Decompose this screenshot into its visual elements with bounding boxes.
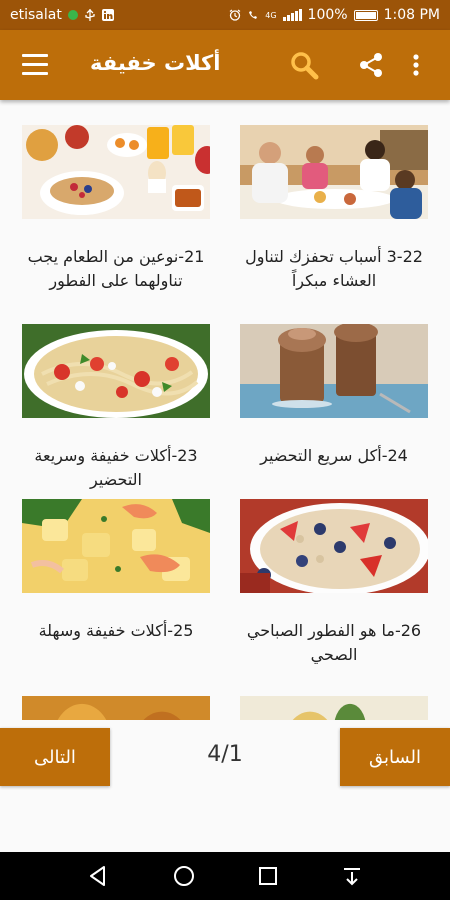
signal-icon xyxy=(282,9,302,21)
more-vert-icon[interactable] xyxy=(408,50,424,80)
article-grid: 3-22 أسباب تحفزك لتناول العشاء مبكراً 21… xyxy=(0,100,450,720)
next-button[interactable]: التالى xyxy=(0,728,110,786)
article-card[interactable]: 21-نوعين من الطعام يجب تناولهما على الفط… xyxy=(22,125,219,293)
article-image-partial xyxy=(22,696,210,720)
usb-icon xyxy=(85,9,95,21)
article-title: 3-22 أسباب تحفزك لتناول العشاء مبكراً xyxy=(245,247,423,290)
article-image-breakfast-spread xyxy=(22,125,219,219)
article-image-chocolate-mousse-cups xyxy=(240,322,428,418)
linkedin-icon xyxy=(101,9,114,21)
back-icon[interactable] xyxy=(84,862,112,890)
clock: 1:08 PM xyxy=(383,7,440,23)
carrier-label: etisalat xyxy=(10,7,62,23)
status-bar: etisalat 4G 100% 1:08 PM xyxy=(0,0,450,30)
search-icon[interactable] xyxy=(288,50,320,80)
home-icon[interactable] xyxy=(170,862,198,890)
article-card-partial[interactable] xyxy=(240,696,428,720)
battery-icon xyxy=(353,9,378,21)
article-card[interactable]: 25-أكلات خفيفة وسهلة xyxy=(22,499,210,643)
article-title: 26-ما هو الفطور الصباحي الصحي xyxy=(246,621,422,664)
article-card[interactable]: 26-ما هو الفطور الصباحي الصحي xyxy=(240,499,430,667)
page-indicator: 4/1 xyxy=(207,742,243,767)
article-image-oatmeal-berries xyxy=(240,499,430,595)
alarm-icon xyxy=(229,9,241,21)
app-bar: أكلات خفيفة xyxy=(0,30,450,100)
article-card[interactable]: 23-أكلات خفيفة وسريعة التحضير xyxy=(22,324,210,492)
shield-check-icon xyxy=(67,10,78,20)
article-title: 21-نوعين من الطعام يجب تناولهما على الفط… xyxy=(27,247,205,290)
article-image-pasta-salad xyxy=(22,324,210,418)
network-type-label: 4G xyxy=(265,10,277,20)
article-card[interactable]: 24-أكل سريع التحضير xyxy=(240,322,428,468)
article-title: 25-أكلات خفيفة وسهلة xyxy=(38,621,194,640)
article-title: 23-أكلات خفيفة وسريعة التحضير xyxy=(34,446,198,489)
battery-percent: 100% xyxy=(307,7,348,23)
notification-pull-icon[interactable] xyxy=(338,862,366,890)
article-image-partial xyxy=(240,696,428,720)
article-image-shrimp-potatoes xyxy=(22,499,210,593)
page-title: أكلات خفيفة xyxy=(90,51,221,75)
article-title: 24-أكل سريع التحضير xyxy=(260,446,408,465)
article-card[interactable]: 3-22 أسباب تحفزك لتناول العشاء مبكراً xyxy=(240,125,428,293)
article-card-partial[interactable] xyxy=(22,696,210,720)
wifi-calling-icon xyxy=(249,11,258,19)
menu-icon[interactable] xyxy=(22,54,48,76)
pagination-bar: التالى 4/1 السابق xyxy=(0,720,450,852)
share-icon[interactable] xyxy=(356,50,388,80)
article-image-family-dinner xyxy=(240,125,428,219)
previous-button[interactable]: السابق xyxy=(340,728,450,786)
system-nav-bar xyxy=(0,852,450,900)
recents-icon[interactable] xyxy=(254,862,282,890)
